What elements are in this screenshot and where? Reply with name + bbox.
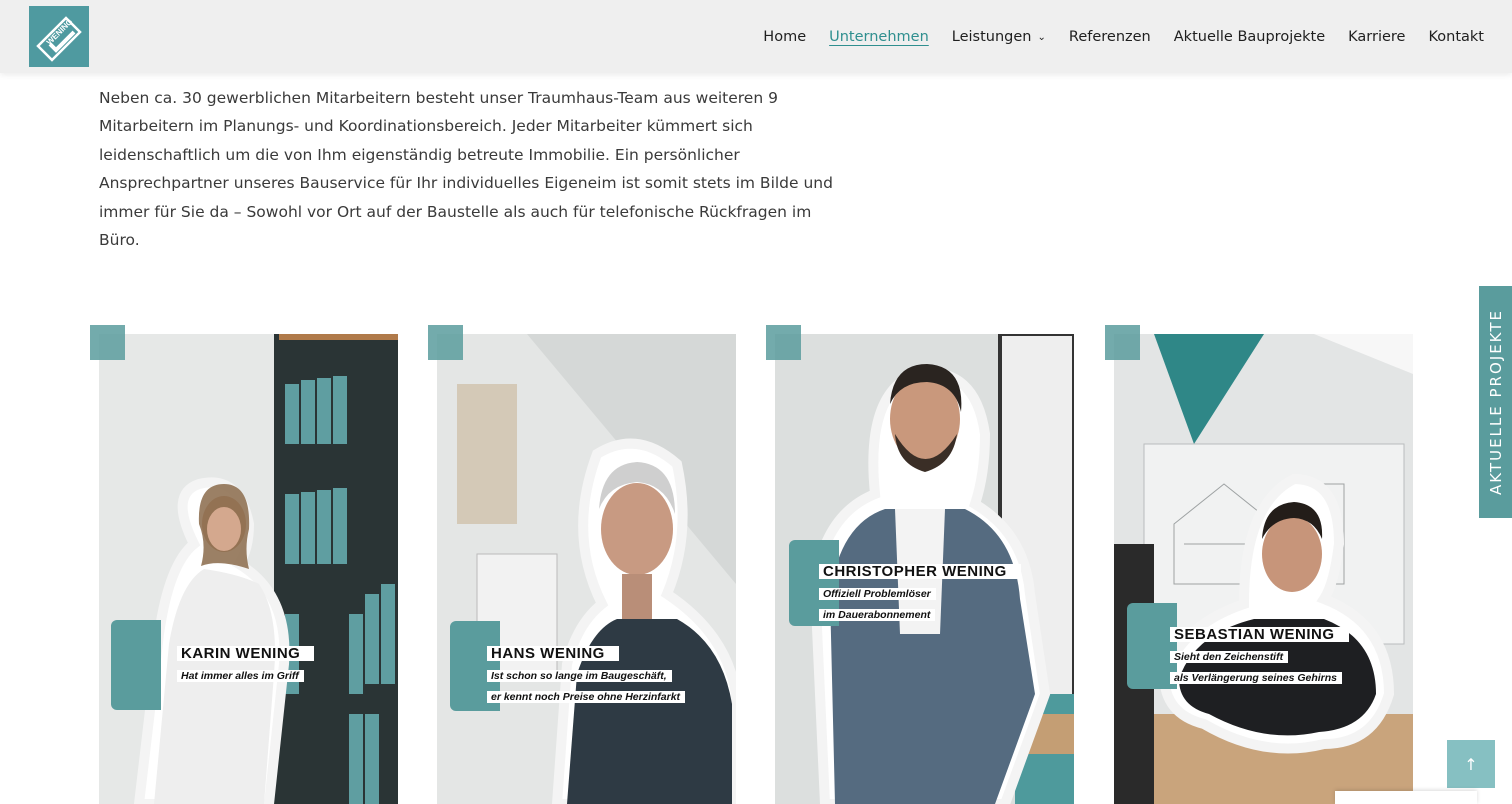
teal-label-tab bbox=[111, 620, 161, 710]
member-subtitle: Offiziell Problemlöser bbox=[819, 588, 936, 600]
card-accent-square bbox=[428, 325, 463, 360]
intro-paragraph: Neben ca. 30 gewerblichen Mitarbeitern b… bbox=[99, 88, 833, 250]
nav-leistungen-label: Leistungen bbox=[951, 28, 1032, 45]
main-nav: Home Unternehmen Leistungen ⌄ Referenzen … bbox=[740, 0, 1484, 73]
member-subtitle: er kennt noch Preise ohne Herzinfarkt bbox=[487, 691, 686, 703]
label-sebastian: SEBASTIAN WENING Sieht den Zeichenstift … bbox=[1170, 624, 1349, 685]
nav-home[interactable]: Home bbox=[763, 29, 806, 45]
nav-aktuelle-bauprojekte[interactable]: Aktuelle Bauprojekte bbox=[1174, 29, 1325, 45]
team-card-hans: HANS WENING Ist schon so lange im Bauges… bbox=[428, 325, 745, 804]
logo-mark-icon: WENING bbox=[36, 15, 82, 62]
arrow-up-icon: ↑ bbox=[1464, 754, 1478, 774]
team-card-christopher: CHRISTOPHER WENING Offiziell Problemlöse… bbox=[766, 325, 1083, 804]
member-subtitle: Hat immer alles im Griff bbox=[177, 670, 304, 682]
chevron-down-icon: ⌄ bbox=[1037, 32, 1046, 43]
card-accent-square bbox=[766, 325, 801, 360]
team-card-karin: KARIN WENING Hat immer alles im Griff bbox=[90, 325, 407, 804]
member-subtitle: im Dauerabonnement bbox=[819, 609, 936, 621]
member-name: KARIN WENING bbox=[177, 646, 315, 661]
team-photo-sebastian bbox=[1114, 334, 1413, 804]
corner-widget bbox=[1335, 791, 1477, 804]
member-subtitle: Ist schon so lange im Baugeschäft, bbox=[487, 670, 672, 682]
nav-kontakt-label: Kontakt bbox=[1428, 28, 1484, 45]
member-name: HANS WENING bbox=[487, 646, 619, 661]
company-logo[interactable]: WENING bbox=[29, 6, 89, 67]
label-christopher: CHRISTOPHER WENING Offiziell Problemlöse… bbox=[819, 561, 1021, 622]
card-accent-square bbox=[90, 325, 125, 360]
team-card-sebastian: SEBASTIAN WENING Sieht den Zeichenstift … bbox=[1105, 325, 1422, 804]
nav-karriere-label: Karriere bbox=[1348, 28, 1406, 45]
member-name: CHRISTOPHER WENING bbox=[819, 564, 1021, 579]
nav-karriere[interactable]: Karriere bbox=[1348, 29, 1405, 45]
member-name: SEBASTIAN WENING bbox=[1170, 627, 1349, 642]
label-karin: KARIN WENING Hat immer alles im Griff bbox=[177, 643, 315, 683]
back-to-top-button[interactable]: ↑ bbox=[1447, 740, 1495, 788]
nav-referenzen[interactable]: Referenzen bbox=[1069, 29, 1151, 45]
member-subtitle: Sieht den Zeichenstift bbox=[1170, 651, 1289, 663]
nav-kontakt[interactable]: Kontakt bbox=[1428, 29, 1484, 45]
nav-leistungen[interactable]: Leistungen ⌄ bbox=[952, 29, 1046, 45]
card-accent-square bbox=[1105, 325, 1140, 360]
aktuelle-projekte-tab[interactable]: AKTUELLE PROJEKTE bbox=[1479, 286, 1512, 518]
nav-unternehmen[interactable]: Unternehmen bbox=[829, 29, 929, 45]
nav-referenzen-label: Referenzen bbox=[1068, 28, 1151, 45]
nav-unternehmen-label: Unternehmen bbox=[829, 28, 929, 45]
side-tab-label: AKTUELLE PROJEKTE bbox=[1486, 309, 1505, 495]
member-subtitle: als Verlängerung seines Gehirns bbox=[1170, 672, 1343, 684]
team-photo-hans bbox=[437, 334, 736, 804]
nav-home-label: Home bbox=[763, 28, 807, 45]
label-hans: HANS WENING Ist schon so lange im Bauges… bbox=[487, 643, 686, 704]
nav-bauprojekte-label: Aktuelle Bauprojekte bbox=[1173, 28, 1326, 45]
site-header: WENING Home Unternehmen Leistungen ⌄ Refe… bbox=[0, 0, 1512, 73]
team-photo-karin bbox=[99, 334, 398, 804]
